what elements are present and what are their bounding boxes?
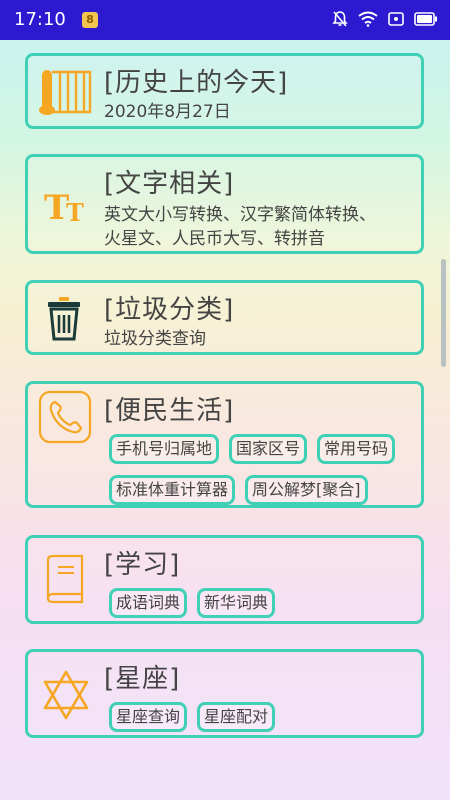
- scroll-icon: [36, 66, 96, 122]
- scrollbar[interactable]: [441, 259, 446, 367]
- card-title: [星座]: [104, 664, 181, 694]
- chip-group: 手机号归属地 国家区号 常用号码 标准体重计算器 周公解梦[聚合]: [109, 434, 396, 516]
- notification-badge: 8: [82, 12, 98, 28]
- chip-weight-calculator[interactable]: 标准体重计算器: [109, 475, 236, 505]
- card-desc-line1: 英文大小写转换、汉字繁简体转换、: [104, 205, 376, 225]
- chip-phone-location[interactable]: 手机号归属地: [109, 434, 220, 464]
- book-icon: [44, 554, 88, 608]
- zodiac-card[interactable]: [星座] 星座查询 星座配对: [25, 649, 424, 738]
- battery-icon: [414, 12, 438, 26]
- garbage-sort-card[interactable]: [垃圾分类] 垃圾分类查询: [25, 280, 424, 355]
- convenient-life-card[interactable]: [便民生活] 手机号归属地 国家区号 常用号码 标准体重计算器 周公解梦[聚合]: [25, 381, 424, 508]
- card-desc: 垃圾分类查询: [104, 329, 206, 349]
- star-of-david-icon: [42, 670, 90, 724]
- card-desc: 2020年8月27日: [104, 102, 231, 122]
- chip-idiom-dictionary[interactable]: 成语词典: [109, 588, 188, 618]
- status-time: 17:10: [14, 9, 66, 30]
- text-tools-card[interactable]: T T [文字相关] 英文大小写转换、汉字繁简体转换、 火星文、人民币大写、转拼…: [25, 154, 424, 254]
- card-title: [垃圾分类]: [104, 295, 235, 325]
- phone-icon: [38, 390, 94, 450]
- chip-xinhua-dictionary[interactable]: 新华词典: [197, 588, 276, 618]
- card-title: [历史上的今天]: [104, 68, 289, 98]
- card-title: [便民生活]: [104, 396, 235, 426]
- text-tt-icon: T T: [42, 183, 92, 231]
- status-bar: 17:10 8: [0, 0, 450, 40]
- card-title: [学习]: [104, 550, 181, 580]
- card-desc-line2: 火星文、人民币大写、转拼音: [104, 229, 325, 249]
- svg-text:T: T: [66, 198, 84, 227]
- history-today-card[interactable]: [历史上的今天] 2020年8月27日: [25, 53, 424, 129]
- chip-country-code[interactable]: 国家区号: [229, 434, 308, 464]
- wifi-icon: [358, 11, 378, 27]
- status-icons: [332, 10, 438, 28]
- chip-group: 星座查询 星座配对: [109, 702, 276, 743]
- screen-cast-icon: [388, 12, 404, 26]
- study-card[interactable]: [学习] 成语词典 新华词典: [25, 535, 424, 624]
- trash-can-icon: [46, 295, 82, 345]
- chip-zodiac-query[interactable]: 星座查询: [109, 702, 188, 732]
- chip-group: 成语词典 新华词典: [109, 588, 276, 629]
- chip-common-numbers[interactable]: 常用号码: [317, 434, 396, 464]
- card-title: [文字相关]: [104, 169, 235, 199]
- chip-zodiac-match[interactable]: 星座配对: [197, 702, 276, 732]
- chip-dream-interpretation[interactable]: 周公解梦[聚合]: [245, 475, 368, 505]
- mute-icon: [332, 10, 348, 28]
